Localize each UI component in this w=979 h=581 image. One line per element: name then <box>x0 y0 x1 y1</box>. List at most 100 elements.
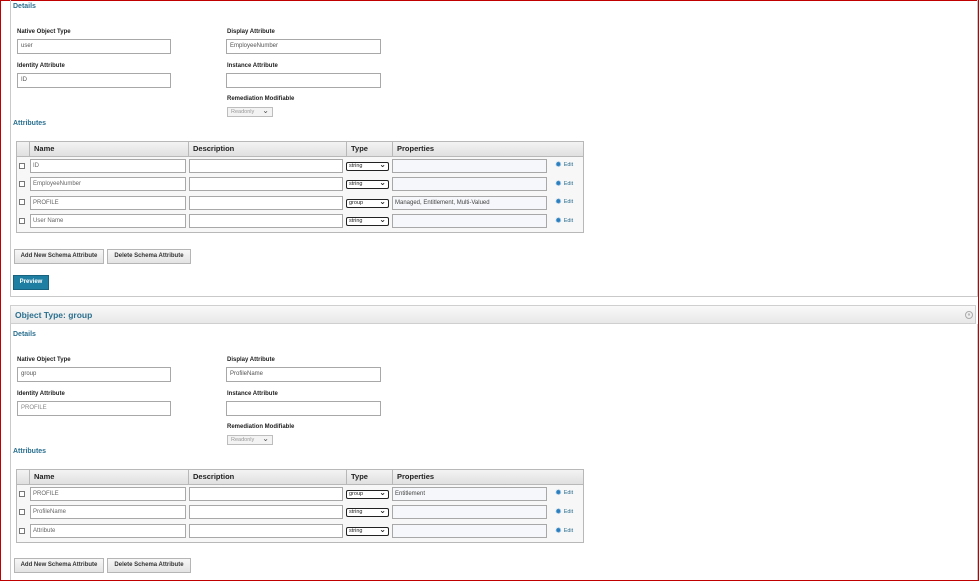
row-checkbox[interactable] <box>19 181 25 187</box>
remediation-modifiable-select[interactable]: Readonly ⌄ <box>227 107 273 117</box>
attribute-properties-input[interactable]: Managed, Entitlement, Multi-Valued <box>392 196 547 210</box>
display-attribute-input[interactable]: ProfileName <box>226 367 381 382</box>
chevron-down-icon: ⌄ <box>379 488 386 497</box>
row-checkbox[interactable] <box>19 491 25 497</box>
edit-link[interactable]: ✹ Edit <box>555 526 573 535</box>
edit-link[interactable]: ✹ Edit <box>555 179 573 188</box>
attribute-description-input[interactable] <box>189 487 343 501</box>
instance-attribute-input[interactable] <box>226 73 381 88</box>
edit-label: Edit <box>563 218 574 224</box>
display-attribute-input[interactable]: EmployeeNumber <box>226 39 381 54</box>
chevron-down-icon: ⌄ <box>379 160 386 169</box>
gear-icon: ✹ <box>555 526 562 535</box>
gear-icon: ✹ <box>555 216 562 225</box>
identity-attribute-input[interactable]: ID <box>17 73 171 88</box>
attribute-properties-input[interactable] <box>392 159 547 173</box>
native-object-type-label: Native Object Type <box>17 357 71 363</box>
edit-link[interactable]: ✹ Edit <box>555 197 573 206</box>
attribute-name-input[interactable]: PROFILE <box>30 196 186 210</box>
attribute-name-input[interactable]: ProfileName <box>30 505 186 519</box>
attribute-type-select[interactable]: string ⌄ <box>346 178 389 189</box>
attribute-description-input[interactable] <box>189 524 343 538</box>
attribute-type-select[interactable]: string ⌄ <box>346 525 389 536</box>
column-description: Description <box>188 142 346 156</box>
native-object-type-input[interactable]: group <box>17 367 171 382</box>
edit-link[interactable]: ✹ Edit <box>555 160 573 169</box>
attribute-name-input[interactable]: PROFILE <box>30 487 186 501</box>
column-properties: Properties <box>392 470 582 484</box>
row-checkbox[interactable] <box>19 199 25 205</box>
chevron-down-icon: ⌄ <box>262 106 269 115</box>
chevron-down-icon: ⌄ <box>379 506 386 515</box>
object-type-header[interactable]: Object Type: group « <box>10 305 976 324</box>
identity-attribute-label: Identity Attribute <box>17 63 65 69</box>
row-checkbox[interactable] <box>19 509 25 515</box>
attributes-heading: Attributes <box>13 448 47 455</box>
attribute-type-value: group <box>349 491 364 497</box>
gear-icon: ✹ <box>555 507 562 516</box>
native-object-type-input[interactable]: user <box>17 39 171 54</box>
display-attribute-label: Display Attribute <box>227 357 275 363</box>
gear-icon: ✹ <box>555 197 562 206</box>
edit-link[interactable]: ✹ Edit <box>555 216 573 225</box>
attribute-properties-input[interactable] <box>392 177 547 191</box>
attribute-properties-input[interactable] <box>392 524 547 538</box>
attributes-heading: Attributes <box>13 120 47 127</box>
edit-link[interactable]: ✹ Edit <box>555 488 573 497</box>
attribute-description-input[interactable] <box>189 196 343 210</box>
delete-schema-attribute-button[interactable]: Delete Schema Attribute <box>107 249 191 264</box>
attribute-name-input[interactable]: Attribute <box>30 524 186 538</box>
identity-attribute-input[interactable]: PROFILE <box>17 401 171 416</box>
attributes-table-header: Name Description Type Properties <box>17 470 583 485</box>
attribute-properties-input[interactable]: Entitlement <box>392 487 547 501</box>
attribute-name-input[interactable]: ID <box>30 159 186 173</box>
gear-icon: ✹ <box>555 179 562 188</box>
instance-attribute-label: Instance Attribute <box>227 391 278 397</box>
attribute-description-input[interactable] <box>189 214 343 228</box>
attribute-type-value: string <box>349 528 363 534</box>
remediation-modifiable-value: Readonly <box>231 437 255 443</box>
chevron-down-icon: ⌄ <box>379 178 386 187</box>
add-schema-attribute-button[interactable]: Add New Schema Attribute <box>14 249 104 264</box>
row-checkbox[interactable] <box>19 163 25 169</box>
remediation-modifiable-value: Readonly <box>231 109 255 115</box>
row-checkbox[interactable] <box>19 528 25 534</box>
chevron-down-icon: ⌄ <box>379 525 386 534</box>
attribute-type-select[interactable]: string ⌄ <box>346 216 389 226</box>
edit-label: Edit <box>563 490 574 496</box>
attribute-properties-input[interactable] <box>392 505 547 519</box>
attribute-type-select[interactable]: string ⌄ <box>346 506 389 517</box>
attribute-type-value: group <box>349 200 364 206</box>
attribute-type-select[interactable]: string ⌄ <box>346 160 389 171</box>
attribute-type-select[interactable]: group ⌄ <box>346 488 389 499</box>
native-object-type-label: Native Object Type <box>17 29 71 35</box>
attribute-type-value: string <box>349 181 363 187</box>
attribute-properties-input[interactable] <box>392 214 547 228</box>
add-schema-attribute-button[interactable]: Add New Schema Attribute <box>14 558 104 573</box>
attribute-description-input[interactable] <box>189 505 343 519</box>
delete-schema-attribute-button[interactable]: Delete Schema Attribute <box>107 558 191 573</box>
preview-button[interactable]: Preview <box>13 275 49 290</box>
column-type: Type <box>346 142 392 156</box>
instance-attribute-input[interactable] <box>226 401 381 416</box>
remediation-modifiable-select[interactable]: Readonly ⌄ <box>227 435 273 445</box>
attribute-type-select[interactable]: group ⌄ <box>346 197 389 208</box>
identity-attribute-label: Identity Attribute <box>17 391 65 397</box>
display-attribute-label: Display Attribute <box>227 29 275 35</box>
chevron-down-icon: ⌄ <box>379 197 386 206</box>
edit-link[interactable]: ✹ Edit <box>555 507 573 516</box>
edit-label: Edit <box>563 199 574 205</box>
attribute-description-input[interactable] <box>189 177 343 191</box>
edit-label: Edit <box>563 162 574 168</box>
collapse-icon[interactable]: « <box>965 311 973 319</box>
object-type-title: Object Type: group <box>15 310 93 320</box>
chevron-down-icon: ⌄ <box>262 434 269 443</box>
row-checkbox[interactable] <box>19 218 25 224</box>
attribute-name-input[interactable]: EmployeeNumber <box>30 177 186 191</box>
column-name: Name <box>29 142 188 156</box>
attribute-description-input[interactable] <box>189 159 343 173</box>
attribute-type-value: string <box>349 218 363 224</box>
instance-attribute-label: Instance Attribute <box>227 63 278 69</box>
details-heading: Details <box>13 331 36 338</box>
attribute-name-input[interactable]: User Name <box>30 214 186 228</box>
